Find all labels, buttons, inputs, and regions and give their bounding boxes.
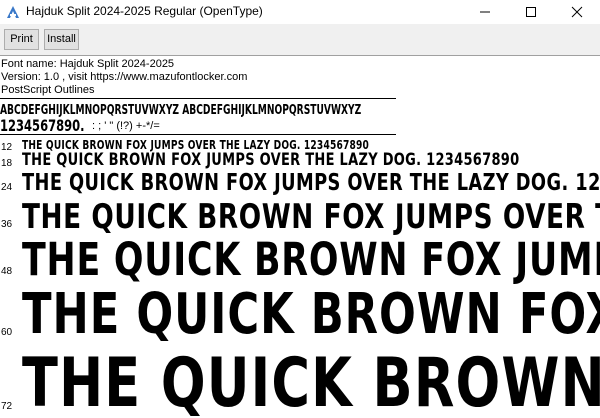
separator-line bbox=[0, 98, 396, 99]
close-icon bbox=[571, 6, 583, 18]
size-label: 18 bbox=[1, 158, 13, 169]
minimize-icon bbox=[480, 11, 490, 13]
sample-line: THE QUICK BROWN FOX JUMPS OVER THE LAZY … bbox=[22, 282, 600, 347]
version-text: Version: 1.0 , visit https://www.mazufon… bbox=[1, 71, 248, 83]
separator-line bbox=[0, 134, 396, 135]
close-button[interactable] bbox=[554, 0, 600, 24]
sample-line: THE QUICK BROWN FOX JUMPS OVER THE LAZY … bbox=[22, 344, 600, 418]
font-preview-panel[interactable]: Font name: Hajduk Split 2024-2025 Versio… bbox=[0, 55, 600, 418]
font-name-text: Font name: Hajduk Split 2024-2025 bbox=[1, 58, 175, 70]
maximize-icon bbox=[526, 7, 536, 17]
charset-digits: 1234567890. bbox=[0, 116, 85, 135]
size-label: 24 bbox=[1, 182, 13, 193]
charset-punct: : ; ' " (!?) +-*/= bbox=[92, 120, 160, 132]
size-label: 36 bbox=[1, 219, 13, 230]
sample-line: THE QUICK BROWN FOX JUMPS OVER THE LAZY … bbox=[22, 170, 600, 196]
size-label: 60 bbox=[1, 327, 13, 338]
size-label: 72 bbox=[1, 401, 13, 412]
size-label: 48 bbox=[1, 266, 13, 277]
title-bar[interactable]: Hajduk Split 2024-2025 Regular (OpenType… bbox=[0, 0, 600, 24]
sample-line: THE QUICK BROWN FOX JUMPS OVER THE LAZY … bbox=[22, 233, 600, 286]
maximize-button[interactable] bbox=[508, 0, 554, 24]
minimize-button[interactable] bbox=[462, 0, 508, 24]
sample-line: THE QUICK BROWN FOX JUMPS OVER THE LAZY … bbox=[22, 150, 520, 170]
window-title: Hajduk Split 2024-2025 Regular (OpenType… bbox=[26, 4, 263, 18]
font-viewer-icon bbox=[7, 6, 19, 18]
size-label: 12 bbox=[1, 142, 13, 153]
toolbar: Print Install bbox=[0, 24, 600, 55]
outlines-text: PostScript Outlines bbox=[1, 84, 95, 96]
sample-line: THE QUICK BROWN FOX JUMPS OVER THE LAZY … bbox=[22, 197, 600, 237]
print-button[interactable]: Print bbox=[4, 29, 39, 50]
install-button[interactable]: Install bbox=[44, 29, 79, 50]
